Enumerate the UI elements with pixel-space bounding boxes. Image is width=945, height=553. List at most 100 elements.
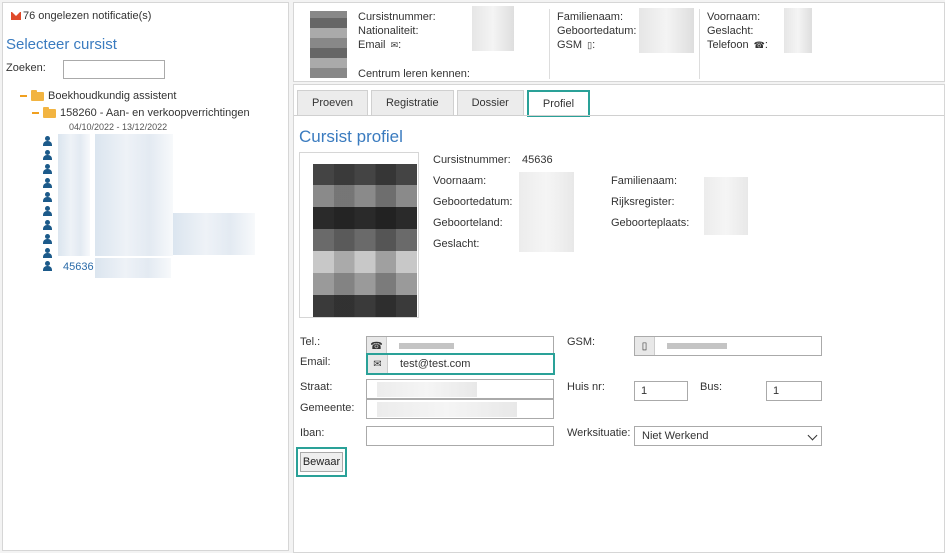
header-centrum-label: Centrum leren kennen: — [358, 68, 470, 80]
user-icon — [43, 220, 52, 230]
tab-dossier[interactable]: Dossier — [456, 90, 524, 115]
user-icon — [43, 192, 52, 202]
header-gsm-label: GSM ▯: — [557, 39, 595, 51]
header-telefoon-label: Telefoon ☎: — [707, 39, 768, 51]
user-icon — [43, 206, 52, 216]
werksituatie-selected: Niet Werkend — [642, 430, 709, 442]
folder-open-icon — [31, 89, 44, 101]
redacted-gsm-value — [661, 340, 727, 352]
redacted-profile-values — [519, 172, 574, 252]
bus-label: Bus: — [700, 381, 723, 393]
redacted-straat-value — [377, 382, 477, 397]
header-voornaam-label: Voornaam: — [707, 11, 761, 23]
folder-open-icon — [43, 106, 56, 118]
email-field[interactable]: ✉ test@test.com — [366, 353, 555, 375]
user-icon — [43, 234, 52, 244]
header-nationaliteit-label: Nationaliteit: — [358, 25, 419, 37]
header-email-label: Email ✉: — [358, 39, 401, 51]
notifications-link[interactable]: 76 ongelezen notificatie(s) — [11, 10, 151, 22]
tab-proeven[interactable]: Proeven — [297, 90, 368, 115]
envelope-icon: ✉ — [368, 355, 388, 373]
redacted-profile-values — [704, 177, 748, 235]
student-profile-main: Proeven Registratie Dossier Profiel Curs… — [293, 84, 945, 553]
werksituatie-select[interactable]: Niet Werkend — [634, 426, 822, 446]
header-telefoon-colon: : — [764, 39, 768, 51]
redacted-gemeente-value — [377, 402, 517, 417]
tab-profiel[interactable]: Profiel — [526, 90, 591, 117]
user-icon — [43, 150, 52, 160]
student-selector-panel: 76 ongelezen notificatie(s) Selecteer cu… — [2, 2, 289, 551]
header-divider — [699, 9, 700, 79]
email-value[interactable]: test@test.com — [394, 358, 470, 370]
straat-label: Straat: — [300, 381, 333, 393]
redacted-student-names — [95, 134, 173, 256]
envelope-icon: ✉ — [390, 40, 399, 50]
mobile-phone-icon: ▯ — [635, 337, 655, 355]
tree-course-label[interactable]: 158260 - Aan- en verkoopverrichtingen — [60, 107, 250, 119]
profile-cursistnummer-value: 45636 — [522, 154, 553, 166]
student-link-45636[interactable]: 45636 — [63, 261, 94, 273]
user-icon — [43, 164, 52, 174]
redacted-tel-value — [393, 340, 454, 352]
bus-input[interactable] — [766, 381, 822, 401]
notifications-text[interactable]: 76 ongelezen notificatie(s) — [23, 10, 151, 22]
header-gsm-text: GSM — [557, 39, 583, 51]
search-input[interactable] — [63, 60, 165, 79]
user-icon — [43, 178, 52, 188]
redacted-header-values — [472, 6, 514, 51]
save-button[interactable]: Bewaar — [300, 452, 343, 472]
gemeente-field[interactable] — [366, 399, 554, 419]
gsm-label: GSM: — [567, 336, 596, 348]
profile-geslacht-label: Geslacht: — [433, 238, 480, 250]
header-geslacht-label: Geslacht: — [707, 25, 754, 37]
redacted-student-names — [173, 213, 255, 255]
envelope-icon — [11, 12, 21, 20]
tree-item-course[interactable]: 158260 - Aan- en verkoopverrichtingen — [32, 106, 250, 119]
student-summary-header: Cursistnummer: Nationaliteit: Email ✉: C… — [293, 2, 945, 82]
redacted-student-ids — [58, 134, 90, 256]
student-thumbnail — [310, 11, 347, 78]
tab-bar-underline — [294, 115, 944, 116]
tab-registratie[interactable]: Registratie — [370, 90, 454, 115]
profile-photo — [313, 164, 417, 317]
header-email-colon: : — [398, 39, 402, 51]
email-label: Email: — [300, 356, 331, 368]
straat-field[interactable] — [366, 379, 554, 399]
huisnr-label: Huis nr: — [567, 381, 605, 393]
profile-geboorteland-label: Geboorteland: — [433, 217, 503, 229]
user-icon — [43, 261, 52, 271]
profile-rijksregister-label: Rijksregister: — [611, 196, 675, 208]
redacted-student-name — [95, 258, 171, 278]
tree-branch-icon — [32, 112, 39, 114]
huisnr-input[interactable] — [634, 381, 688, 401]
profile-photo-frame — [299, 152, 419, 318]
gsm-field[interactable]: ▯ — [634, 336, 822, 356]
save-button-focus[interactable]: Bewaar — [296, 447, 347, 477]
course-dates: 04/10/2022 - 13/12/2022 — [69, 122, 168, 132]
page-title: Cursist profiel — [299, 127, 403, 146]
profile-voornaam-label: Voornaam: — [433, 175, 487, 187]
profile-geboorteplaats-label: Geboorteplaats: — [611, 217, 690, 229]
tab-bar: Proeven Registratie Dossier Profiel — [297, 90, 591, 117]
gemeente-label: Gemeente: — [300, 402, 355, 414]
profile-familienaam-label: Familienaam: — [611, 175, 678, 187]
header-divider — [549, 9, 550, 79]
telephone-icon: ☎ — [753, 40, 765, 50]
profile-geboortedatum-label: Geboortedatum: — [433, 196, 513, 208]
iban-input[interactable] — [366, 426, 554, 446]
select-student-title: Selecteer cursist — [6, 36, 117, 53]
werksituatie-label: Werksituatie: — [567, 427, 631, 439]
profile-cursistnummer-label: Cursistnummer: — [433, 154, 511, 166]
redacted-header-values — [784, 8, 812, 53]
tel-label: Tel.: — [300, 336, 321, 348]
header-telefoon-text: Telefoon — [707, 39, 749, 51]
tree-root-label[interactable]: Boekhoudkundig assistent — [48, 90, 176, 102]
redacted-header-values — [639, 8, 694, 53]
user-icon — [43, 248, 52, 258]
iban-label: Iban: — [300, 427, 325, 439]
user-icon — [43, 136, 52, 146]
header-cursistnummer-label: Cursistnummer: — [358, 11, 436, 23]
chevron-down-icon — [807, 430, 818, 441]
tree-item-root[interactable]: Boekhoudkundig assistent — [20, 89, 176, 102]
header-familienaam-label: Familienaam: — [557, 11, 624, 23]
